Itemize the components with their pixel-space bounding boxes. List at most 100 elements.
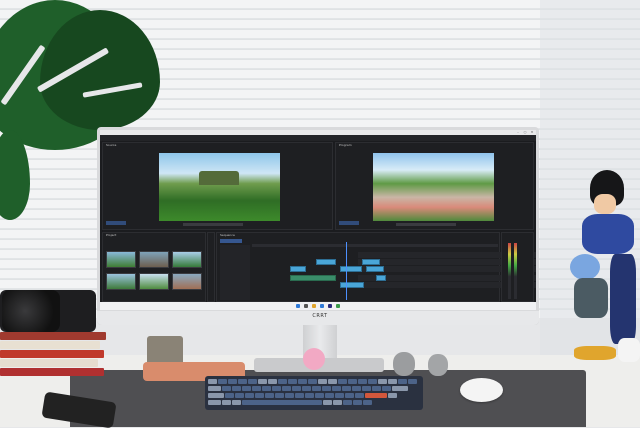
figurine bbox=[428, 354, 448, 376]
folder-icon[interactable] bbox=[312, 304, 316, 308]
playhead[interactable] bbox=[346, 242, 347, 300]
audio-meter bbox=[508, 243, 511, 299]
timeline-timecode bbox=[220, 239, 242, 243]
source-monitor-panel[interactable]: Source bbox=[102, 142, 333, 230]
timeline-clip[interactable] bbox=[340, 266, 362, 272]
key bbox=[208, 400, 221, 405]
media-thumbnail[interactable] bbox=[139, 273, 169, 290]
key bbox=[232, 400, 241, 405]
source-timecode bbox=[106, 221, 126, 225]
key bbox=[378, 379, 387, 384]
figure-boots bbox=[618, 338, 640, 362]
media-thumbnail[interactable] bbox=[139, 251, 169, 268]
book bbox=[0, 341, 100, 349]
key bbox=[328, 379, 337, 384]
track-headers[interactable] bbox=[220, 245, 250, 300]
timeline-clip[interactable] bbox=[340, 282, 364, 288]
timeline-tab[interactable]: Sequence bbox=[220, 233, 235, 238]
app-icon[interactable] bbox=[336, 304, 340, 308]
key bbox=[343, 400, 352, 405]
key bbox=[353, 400, 362, 405]
timeline-clip[interactable] bbox=[316, 259, 336, 265]
key bbox=[248, 379, 257, 384]
key bbox=[208, 386, 221, 391]
search-icon[interactable] bbox=[304, 304, 308, 308]
space-key bbox=[242, 400, 322, 405]
key bbox=[302, 386, 311, 391]
key bbox=[362, 386, 371, 391]
key bbox=[292, 386, 301, 391]
media-thumbnail[interactable] bbox=[106, 273, 136, 290]
maximize-icon[interactable]: ▢ bbox=[523, 130, 527, 134]
figure-body-small bbox=[574, 278, 608, 318]
source-transport-controls[interactable] bbox=[183, 223, 243, 226]
key bbox=[245, 393, 254, 398]
key-row bbox=[208, 400, 372, 405]
program-video-frame bbox=[373, 153, 494, 221]
key bbox=[228, 379, 237, 384]
key bbox=[272, 386, 281, 391]
timeline-clip[interactable] bbox=[290, 266, 306, 272]
program-tab[interactable]: Program bbox=[339, 143, 352, 148]
figure-armor bbox=[582, 214, 634, 254]
key bbox=[392, 386, 408, 391]
key-row bbox=[208, 379, 417, 384]
key bbox=[252, 386, 261, 391]
monitor-brand-logo: CRRT bbox=[312, 313, 328, 319]
key-row bbox=[208, 393, 397, 398]
project-tab[interactable]: Project bbox=[106, 233, 116, 238]
key bbox=[258, 379, 267, 384]
key bbox=[305, 393, 314, 398]
timeline-clip[interactable] bbox=[376, 275, 386, 281]
book bbox=[0, 359, 98, 367]
key bbox=[262, 386, 271, 391]
key bbox=[298, 379, 307, 384]
app-menubar bbox=[100, 135, 536, 141]
figurine bbox=[393, 352, 415, 376]
program-transport-controls[interactable] bbox=[396, 223, 456, 226]
key bbox=[275, 393, 284, 398]
key bbox=[388, 393, 397, 398]
figure-boots bbox=[574, 346, 616, 360]
key bbox=[282, 386, 291, 391]
key bbox=[348, 379, 357, 384]
timeline-clip[interactable] bbox=[362, 259, 380, 265]
tools-panel[interactable] bbox=[207, 232, 215, 302]
key bbox=[355, 393, 364, 398]
time-ruler[interactable] bbox=[252, 244, 498, 247]
close-icon[interactable]: ✕ bbox=[530, 130, 534, 134]
book bbox=[0, 350, 104, 358]
figure-head-small bbox=[570, 254, 600, 280]
audio-meter bbox=[514, 243, 517, 299]
windows-start-icon[interactable] bbox=[296, 304, 300, 308]
media-thumbnail[interactable] bbox=[106, 251, 136, 268]
key bbox=[288, 379, 297, 384]
key bbox=[265, 393, 274, 398]
key bbox=[345, 393, 354, 398]
program-monitor-panel[interactable]: Program bbox=[335, 142, 534, 230]
temple-ruin bbox=[199, 171, 239, 185]
audio-clip[interactable] bbox=[290, 275, 336, 281]
key bbox=[352, 386, 361, 391]
key bbox=[368, 379, 377, 384]
minimize-icon[interactable]: – bbox=[516, 130, 520, 134]
os-taskbar bbox=[100, 302, 536, 310]
key bbox=[295, 393, 304, 398]
timeline-clip[interactable] bbox=[366, 266, 384, 272]
key bbox=[268, 379, 277, 384]
source-tab[interactable]: Source bbox=[106, 143, 116, 148]
premiere-icon[interactable] bbox=[328, 304, 332, 308]
book bbox=[0, 332, 106, 340]
browser-icon[interactable] bbox=[320, 304, 324, 308]
key bbox=[408, 379, 417, 384]
source-video-frame bbox=[159, 153, 280, 221]
project-panel[interactable]: Project bbox=[102, 232, 206, 302]
key bbox=[238, 379, 247, 384]
book-stack bbox=[0, 326, 110, 378]
key bbox=[285, 393, 294, 398]
key bbox=[235, 393, 244, 398]
media-thumbnail[interactable] bbox=[172, 251, 202, 268]
key bbox=[333, 400, 342, 405]
media-thumbnail[interactable] bbox=[172, 273, 202, 290]
key bbox=[325, 393, 334, 398]
